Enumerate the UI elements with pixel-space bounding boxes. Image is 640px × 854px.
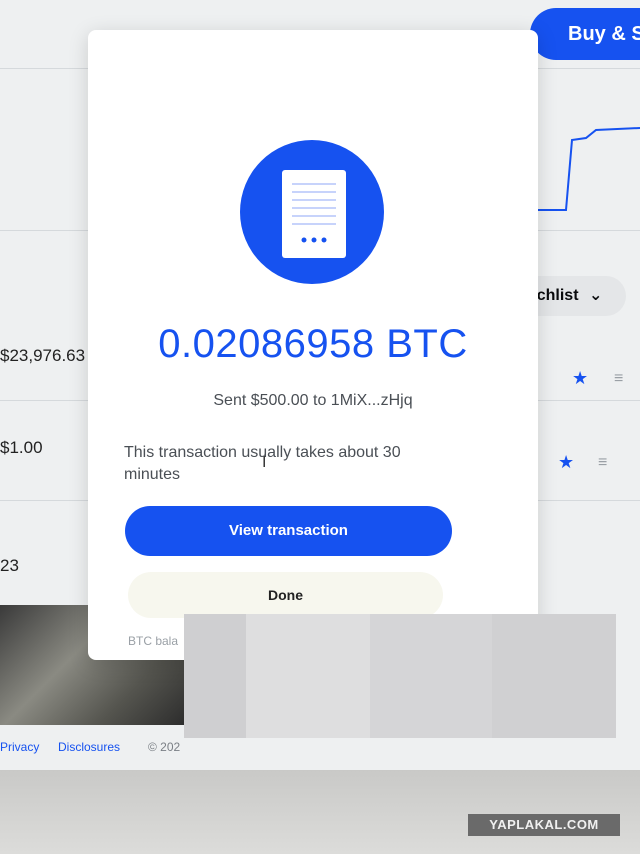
redaction-block (246, 614, 370, 738)
transaction-modal: 0.02086958 BTC Sent $500.00 to 1MiX...zH… (88, 30, 538, 660)
done-button[interactable]: Done (128, 572, 443, 618)
asset-price: $1.00 (0, 438, 43, 457)
redaction-block (492, 614, 616, 738)
star-icon[interactable]: ★ (572, 368, 588, 389)
btc-balance-label: BTC bala (128, 634, 179, 648)
watermark: YAPLAKAL.COM (468, 814, 620, 836)
buy-sell-button[interactable]: Buy & Se (530, 8, 640, 60)
app-screen: Buy & Se Watchlist ⌄ $23,976.63 $1.00 23… (0, 0, 640, 770)
transaction-note: This transaction usually takes about 30 … (124, 444, 401, 483)
disclosures-link[interactable]: Disclosures (58, 740, 120, 754)
drag-handle-icon[interactable]: ≡ (598, 454, 607, 472)
privacy-link[interactable]: Privacy (0, 740, 39, 754)
copyright: © 202 (148, 740, 181, 754)
drag-handle-icon[interactable]: ≡ (614, 370, 623, 388)
receipt-icon (240, 140, 384, 284)
asset-price: 23 (0, 556, 19, 575)
btc-amount: 0.02086958 BTC (158, 322, 468, 366)
view-transaction-button[interactable]: View transaction (125, 506, 452, 556)
asset-price: $23,976.63 (0, 346, 86, 365)
redaction-block (370, 614, 492, 738)
redaction-block (184, 614, 246, 738)
chevron-down-icon: ⌄ (588, 287, 603, 304)
monitor-bezel (0, 770, 640, 854)
sent-summary: Sent $500.00 to 1MiX...zHjq (213, 392, 413, 409)
star-icon[interactable]: ★ (558, 452, 574, 473)
text-cursor-icon: I (262, 454, 267, 471)
